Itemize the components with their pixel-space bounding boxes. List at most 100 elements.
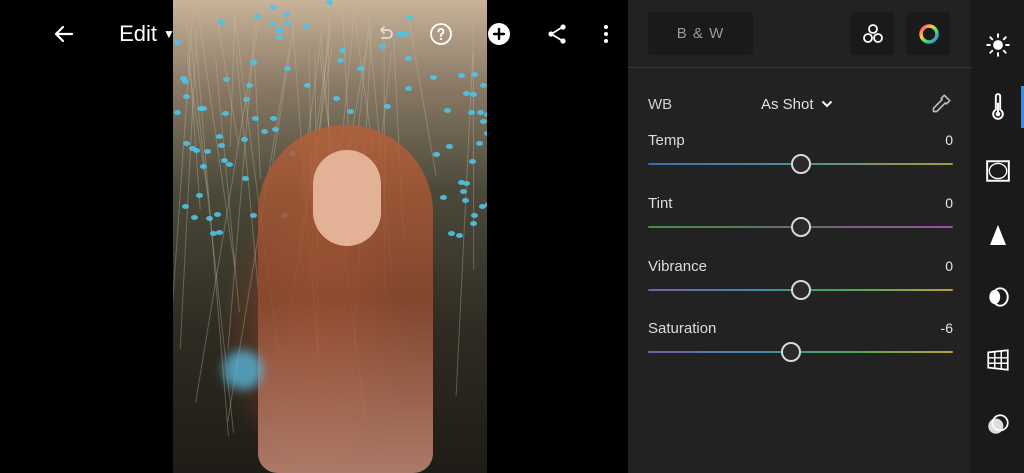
blue-flower [183,140,191,146]
saturation-slider: Saturation -6 [648,320,953,370]
vibrance-label: Vibrance [648,258,707,275]
blue-flower [196,192,204,198]
edit-mode-label: Edit [119,21,158,46]
blue-flower [475,141,483,147]
back-button[interactable] [48,17,80,51]
blue-flower [209,230,217,236]
blue-flower [440,195,448,201]
foreground-blur-flower [223,350,263,390]
blue-flower [271,126,279,132]
blue-flower [446,143,454,149]
blue-flower [242,175,250,181]
add-button[interactable] [484,17,514,51]
share-button[interactable] [542,17,572,51]
blue-flower [483,130,487,136]
blue-flower [192,147,200,153]
plant-stem [214,59,240,313]
blue-flower [218,142,226,148]
chevron-down-icon [821,100,832,108]
eyedropper-icon [932,94,951,113]
color-grading-button[interactable] [907,12,950,55]
blue-flower [480,119,487,125]
blue-flower [429,74,437,80]
temp-thumb[interactable] [790,154,811,174]
blue-flower [383,103,391,109]
blue-flower [215,133,223,139]
photo-viewer: Edit ▼ [0,0,628,473]
blue-flower [174,110,182,116]
top-toolbar: Edit ▼ [0,0,628,68]
blue-flower [476,110,484,116]
back-arrow-icon [54,25,74,43]
blue-flower [458,73,465,79]
blue-flower [484,112,487,118]
wb-preset-dropdown[interactable]: As Shot [761,96,833,113]
blue-flower [245,82,253,88]
black-white-button[interactable]: B & W [648,12,753,55]
vibrance-slider: Vibrance 0 [648,258,953,308]
temp-label: Temp [648,132,685,149]
light-tool-button[interactable] [971,20,1024,70]
blue-flower [469,220,477,226]
blue-flower [455,233,463,239]
edited-photo[interactable] [173,0,487,473]
blue-flower [444,107,452,113]
tint-value: 0 [945,195,953,211]
tint-slider: Tint 0 [648,195,953,245]
temp-value: 0 [945,132,953,148]
blue-flower [468,110,476,116]
blue-flower [183,93,191,99]
tint-thumb[interactable] [790,217,811,237]
detail-tool-button[interactable] [971,210,1024,260]
saturation-value: -6 [940,320,953,336]
share-icon [548,24,566,44]
color-adjustment-panel: B & W WB As Shot Temp 0 Tint 0 Vibrance … [628,0,971,473]
blue-flower [199,163,207,169]
blue-flower [204,148,212,154]
presets-icon [987,414,1009,434]
blue-flower [447,230,455,236]
blue-flower [200,105,208,111]
tint-label: Tint [648,195,673,212]
optics-icon [988,287,1009,307]
blue-flower [405,85,413,91]
wb-eyedropper-button[interactable] [927,92,953,118]
undo-button[interactable] [370,17,400,51]
saturation-thumb[interactable] [781,342,802,362]
geometry-tool-button[interactable] [971,335,1024,385]
blue-flower [250,212,258,218]
vibrance-value: 0 [945,258,953,274]
edit-mode-dropdown[interactable]: Edit ▼ [116,17,178,51]
blue-flower [470,212,478,218]
panel-header: B & W [628,0,971,68]
blue-flower [468,158,476,164]
blue-flower [461,198,469,204]
blue-flower [433,152,441,158]
subject-face [313,150,381,246]
effects-tool-button[interactable] [971,146,1024,196]
blue-flower [205,216,213,222]
more-vertical-icon [604,25,608,43]
optics-tool-button[interactable] [971,272,1024,322]
caret-down-icon: ▼ [163,27,175,41]
vibrance-thumb[interactable] [790,280,811,300]
blue-flower [479,83,487,89]
blue-flower [303,82,311,88]
color-mix-button[interactable] [851,12,894,55]
blue-flower [182,204,190,210]
edit-tools-strip [971,0,1024,473]
blue-flower [190,214,198,220]
saturation-label: Saturation [648,320,717,337]
more-options-button[interactable] [592,17,620,51]
blue-flower [470,91,478,97]
color-tool-button[interactable] [971,82,1024,132]
blue-flower [222,111,230,117]
blue-flower [223,77,231,83]
help-button[interactable] [426,17,456,51]
undo-icon [380,26,393,39]
presets-tool-button[interactable] [971,400,1024,450]
blue-flower [470,71,478,77]
color-mix-icon [862,23,883,43]
blue-flower [463,180,471,186]
blue-flower [333,96,341,102]
